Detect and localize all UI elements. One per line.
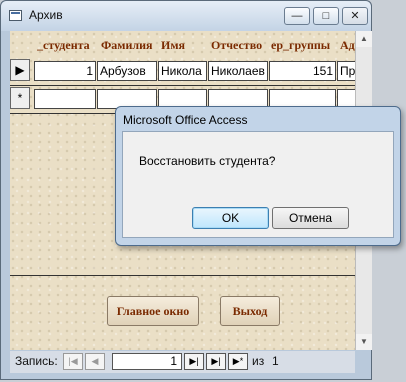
maximize-button[interactable]: □ [313,7,339,25]
close-button[interactable]: ✕ [342,7,368,25]
group-number-field[interactable]: 151 [269,61,336,81]
record-selector-current[interactable]: ▶ [10,59,30,81]
footer-divider [10,275,355,276]
record-navigation-bar: Запись: |◀ ◀ 1 ▶| ▶| ▶* из 1 [10,351,355,373]
first-record-button[interactable]: |◀ [63,353,83,370]
address-field[interactable]: Пр [337,61,355,81]
scroll-up-icon[interactable]: ▲ [356,31,372,47]
column-header: Отчество [211,38,263,52]
last-record-button[interactable]: ▶| [206,353,226,370]
scroll-down-icon[interactable]: ▼ [356,334,372,350]
minimize-button[interactable]: — [284,7,310,25]
row-divider [10,85,355,86]
maximize-icon: □ [322,10,330,22]
patronymic-field[interactable]: Николаев [208,61,268,81]
next-record-button[interactable]: ▶| [184,353,204,370]
main-window-button[interactable]: Главное окно [107,296,199,326]
cancel-button[interactable]: Отмена [272,207,349,229]
record-of-label: из [252,354,265,368]
minimize-icon: — [291,10,303,22]
name-field[interactable]: Никола [158,61,207,81]
exit-button[interactable]: Выход [220,296,280,326]
previous-record-button[interactable]: ◀ [85,353,105,370]
new-record-button[interactable]: ▶* [228,353,248,370]
title-bar[interactable]: Архив — □ ✕ [1,1,371,31]
record-label: Запись: [15,354,58,368]
confirm-dialog: Microsoft Office Access Восстановить сту… [115,106,401,246]
close-icon: ✕ [350,10,360,22]
record-selector-new[interactable]: * [10,87,30,109]
current-record-input[interactable]: 1 [112,353,182,370]
column-header: Фамилия [101,38,153,52]
ok-button[interactable]: OK [192,207,269,229]
dialog-body: Восстановить студента? OK Отмена [122,131,394,238]
record-total: 1 [272,354,279,368]
column-header: Ад [340,38,355,52]
dialog-message: Восстановить студента? [139,154,276,168]
column-header-row: _студента Фамилия Имя Отчество ер_группы… [10,31,355,57]
column-header: _студента [37,38,90,52]
column-header: Имя [161,38,185,52]
student-id-field[interactable]: 1 [34,61,96,81]
window-title: Архив [29,8,63,22]
column-header: ер_группы [271,38,331,52]
student-id-field-new[interactable] [34,89,96,109]
surname-field[interactable]: Арбузов [97,61,157,81]
form-icon [9,10,22,21]
dialog-title[interactable]: Microsoft Office Access [123,113,247,127]
